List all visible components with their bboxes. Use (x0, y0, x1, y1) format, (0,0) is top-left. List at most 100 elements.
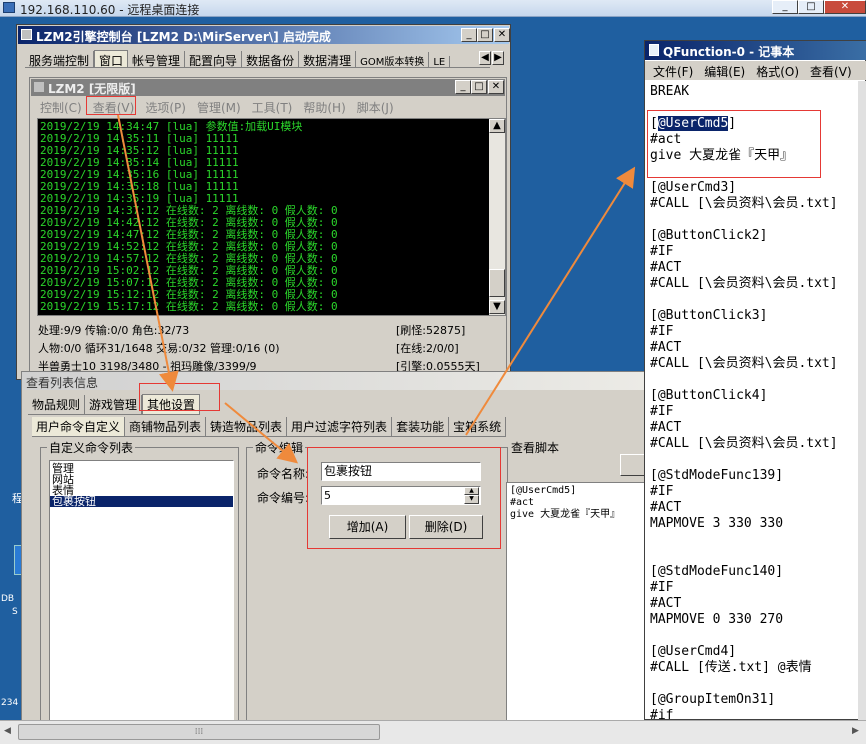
menu-help[interactable]: 帮助(H) (303, 101, 345, 115)
notepad-line: #ACT (650, 260, 682, 275)
tab-cleanup[interactable]: 数据清理 (299, 51, 357, 67)
console-window: LZM2引擎控制台 [LZM2 D:\MirServer\] 启动完成 _ □ … (16, 24, 511, 380)
notepad-line (650, 292, 860, 308)
status-line-1: 处理:9/9 传输:0/0 角色:32/73 [刷怪:52875] (38, 324, 466, 337)
tab-user-commands[interactable]: 用户命令自定义 (32, 417, 126, 436)
notepad-menu: 文件(F) 编辑(E) 格式(O) 查看(V) (645, 61, 866, 80)
notepad-line: [@ButtonClick3] (650, 308, 768, 323)
scroll-down-icon[interactable]: ▼ (489, 300, 505, 314)
menu-tools[interactable]: 工具(T) (252, 101, 293, 115)
hscroll-thumb[interactable]: ⁞⁞⁞ (18, 724, 380, 740)
notepad-menu-edit[interactable]: 编辑(E) (704, 65, 745, 79)
log-scrollbar[interactable]: ▲ ▼ (489, 119, 505, 315)
script-button[interactable] (620, 454, 646, 476)
name-label: 命令名称: (257, 467, 310, 481)
menu-script[interactable]: 脚本(J) (357, 101, 394, 115)
notepad-line: #IF (650, 580, 674, 595)
notepad-line: #CALL [\会员资料\会员.txt] (650, 276, 838, 291)
notepad-line: #CALL [\会员资料\会员.txt] (650, 436, 838, 451)
console-minimize-button[interactable]: _ (461, 28, 477, 42)
list-item[interactable]: 网站 (50, 474, 233, 485)
script-line: #act (510, 497, 535, 508)
scroll-up-icon[interactable]: ▲ (489, 119, 505, 133)
list-group-label: 自定义命令列表 (47, 439, 136, 456)
notepad-menu-format[interactable]: 格式(O) (756, 65, 799, 79)
menu-control[interactable]: 控制(C) (40, 101, 82, 115)
notepad-titlebar: QFunction-0 - 记事本 (645, 41, 866, 60)
log-list: 2019/2/19 14:34:47 [lua] 参数值:加载UI模块 2019/… (40, 121, 490, 313)
edit-group-label: 命令编辑 (253, 439, 306, 456)
highlight-usercmd5 (647, 110, 821, 178)
notepad-line (650, 372, 860, 388)
desktop-text-s: S (12, 607, 18, 617)
notepad-line: [@UserCmd4] (650, 644, 737, 659)
tab-backup[interactable]: 数据备份 (242, 51, 300, 67)
notepad-line: #ACT (650, 596, 682, 611)
console-maximize-button[interactable]: □ (477, 28, 493, 42)
notepad-line (650, 532, 860, 548)
tab-window[interactable]: 窗口 (94, 50, 129, 67)
notepad-text[interactable]: BREAK [@UserCmd5] #act give 大夏龙雀『天甲』 [@UserC… (650, 84, 860, 720)
scroll-thumb[interactable] (489, 269, 505, 297)
notepad-menu-file[interactable]: 文件(F) (653, 65, 693, 79)
tab-item-rules[interactable]: 物品规则 (28, 395, 86, 414)
notepad-vscroll[interactable] (858, 81, 866, 721)
inner-maximize-button[interactable]: □ (471, 80, 487, 94)
list-item-selected[interactable]: 包裹按钮 (50, 496, 233, 507)
inner-window: LZM2 [无限版] _ □ ✕ 控制(C) 查看(V) 选项(P) 管理(M) 工具(… (29, 77, 507, 377)
notepad-menu-view[interactable]: 查看(V) (810, 65, 852, 79)
inner-close-button[interactable]: ✕ (488, 80, 504, 94)
console-close-button[interactable]: ✕ (494, 28, 510, 42)
highlight-view-menu (86, 96, 136, 115)
notepad-title: QFunction-0 - 记事本 (663, 45, 795, 59)
tab-accounts[interactable]: 帐号管理 (128, 51, 186, 67)
tab-server-control[interactable]: 服务端控制 (25, 51, 95, 67)
close-button[interactable]: ✕ (824, 0, 866, 14)
list-item[interactable]: 管理 (50, 463, 233, 474)
dialog-tabs-2: 用户命令自定义 商铺物品列表 铸造物品列表 用户过滤字符列表 套装功能 宝箱系统 (32, 417, 507, 437)
console-title: LZM2引擎控制台 [LZM2 D:\MirServer\] 启动完成 (36, 30, 331, 44)
script-line: give 大夏龙雀『天甲』 (510, 509, 621, 520)
menu-manage[interactable]: 管理(M) (197, 101, 241, 115)
notepad-line: #if (650, 708, 674, 720)
desktop-text-234: 234 (1, 698, 19, 708)
tab-game-manage[interactable]: 游戏管理 (85, 395, 143, 414)
notepad-line: [@ButtonClick4] (650, 388, 768, 403)
tab-treasure-box[interactable]: 宝箱系统 (449, 417, 507, 436)
list-dialog: 查看列表信息 物品规则 游戏管理 其他设置 用户命令自定义 商铺物品列表 铸造物品列表用… (21, 371, 647, 744)
hscroll-left-icon[interactable]: ◀ (4, 726, 11, 736)
inner-minimize-button[interactable]: _ (455, 80, 471, 94)
list-group: 自定义命令列表 管理 网站 表情 包裹按钮 (40, 439, 239, 737)
tab-gom-convert[interactable]: GOM版本转换 (356, 52, 430, 67)
hscroll-right-icon[interactable]: ▶ (852, 726, 859, 736)
tab-le[interactable]: LE (429, 56, 451, 67)
script-preview: [@UserCmd5] #act give 大夏龙雀『天甲』 (506, 482, 647, 744)
notepad-line: #ACT (650, 340, 682, 355)
command-list[interactable]: 管理 网站 表情 包裹按钮 (49, 460, 234, 732)
rdp-hscroll[interactable]: ◀ ⁞⁞⁞ ▶ (0, 720, 866, 744)
minimize-button[interactable]: _ (772, 0, 798, 14)
tab-config-wizard[interactable]: 配置向导 (185, 51, 243, 67)
notepad-line: #IF (650, 404, 674, 419)
inner-title: LZM2 [无限版] (48, 82, 136, 96)
tab-scroll-right-icon[interactable]: ▶ (492, 51, 504, 65)
notepad-line: [@GroupItemOn31] (650, 692, 776, 707)
console-titlebar: LZM2引擎控制台 [LZM2 D:\MirServer\] 启动完成 _ □ … (18, 26, 510, 44)
desktop-text-db: DB (1, 594, 15, 604)
menu-options[interactable]: 选项(P) (145, 101, 186, 115)
script-label: 查看脚本 (511, 441, 560, 455)
notepad-line: BREAK (650, 84, 690, 99)
log-panel: 2019/2/19 14:34:47 [lua] 参数值:加载UI模块 2019/… (37, 118, 506, 316)
rdp-title: 192.168.110.60 - 远程桌面连接 (20, 3, 200, 17)
tab-forge-items[interactable]: 铸造物品列表 (206, 417, 288, 436)
notepad-line (650, 548, 860, 564)
tab-filter-strings[interactable]: 用户过滤字符列表 (287, 417, 393, 436)
inner-titlebar: LZM2 [无限版] _ □ ✕ (31, 79, 505, 96)
notepad-line (650, 452, 860, 468)
notepad-line: #IF (650, 484, 674, 499)
tab-shop-items[interactable]: 商铺物品列表 (125, 417, 207, 436)
tab-scroll-left-icon[interactable]: ◀ (479, 51, 491, 65)
maximize-button[interactable]: □ (798, 0, 824, 14)
tab-suit-function[interactable]: 套装功能 (392, 417, 450, 436)
highlight-command-edit (307, 447, 501, 549)
